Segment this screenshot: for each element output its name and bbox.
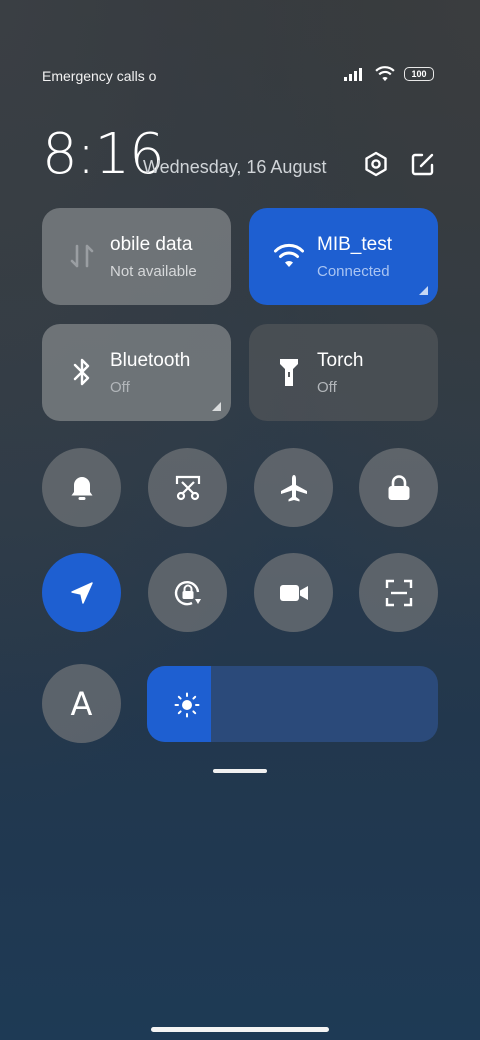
status-icons: 100 — [344, 66, 434, 82]
battery-icon: 100 — [404, 67, 434, 81]
wifi-tile-icon — [273, 240, 305, 272]
bluetooth-title: Bluetooth — [110, 350, 191, 371]
video-camera-icon — [279, 584, 308, 601]
status-bar: Emergency calls o 100 — [42, 66, 434, 88]
scan-icon — [385, 579, 412, 606]
date: Wednesday, 16 August — [143, 157, 327, 177]
scissors-icon — [175, 475, 200, 500]
wifi-tile[interactable]: MIB_test Connected — [249, 208, 438, 305]
bluetooth-icon — [66, 356, 98, 388]
mobile-data-title: obile data — [110, 234, 193, 255]
torch-title: Torch — [317, 350, 364, 371]
wifi-status: Connected — [317, 263, 390, 280]
scanner-toggle[interactable] — [359, 553, 438, 632]
home-indicator[interactable] — [151, 1027, 329, 1032]
font-size-toggle[interactable]: A — [42, 664, 121, 743]
mobile-data-icon — [66, 240, 98, 272]
wifi-title: MIB_test — [317, 234, 392, 255]
battery-level: 100 — [411, 69, 427, 79]
location-toggle[interactable] — [42, 553, 121, 632]
bluetooth-status: Off — [110, 379, 130, 396]
torch-status: Off — [317, 379, 337, 396]
carrier-status-text: Emergency calls o — [42, 68, 157, 84]
signal-icon — [344, 68, 362, 81]
mobile-data-tile[interactable]: obile data Not available — [42, 208, 231, 305]
screenshot-toggle[interactable] — [148, 448, 227, 527]
bluetooth-tile[interactable]: Bluetooth Off — [42, 324, 231, 421]
bell-toggle[interactable] — [42, 448, 121, 527]
torch-icon — [273, 356, 305, 388]
torch-tile[interactable]: Torch Off — [249, 324, 438, 421]
bluetooth-expand-corner[interactable] — [212, 402, 221, 411]
rotate-lock-icon — [174, 580, 201, 605]
edit-icon — [411, 153, 434, 176]
airplane-icon — [280, 474, 307, 501]
wifi-icon — [375, 66, 395, 82]
location-arrow-icon — [70, 581, 93, 604]
mobile-data-status: Not available — [110, 263, 197, 280]
wifi-expand-corner[interactable] — [419, 286, 428, 295]
airplane-toggle[interactable] — [254, 448, 333, 527]
edit-button[interactable] — [409, 150, 437, 178]
bell-icon — [71, 476, 92, 500]
auto-rotate-toggle[interactable] — [148, 553, 227, 632]
sun-icon — [174, 692, 200, 718]
font-size-label: A — [70, 684, 93, 723]
panel-drag-handle[interactable] — [213, 769, 267, 773]
lock-icon — [388, 474, 409, 500]
settings-button[interactable] — [362, 150, 390, 178]
screen-record-toggle[interactable] — [254, 553, 333, 632]
brightness-slider[interactable] — [147, 666, 438, 742]
lock-toggle[interactable] — [359, 448, 438, 527]
settings-icon — [365, 151, 387, 177]
